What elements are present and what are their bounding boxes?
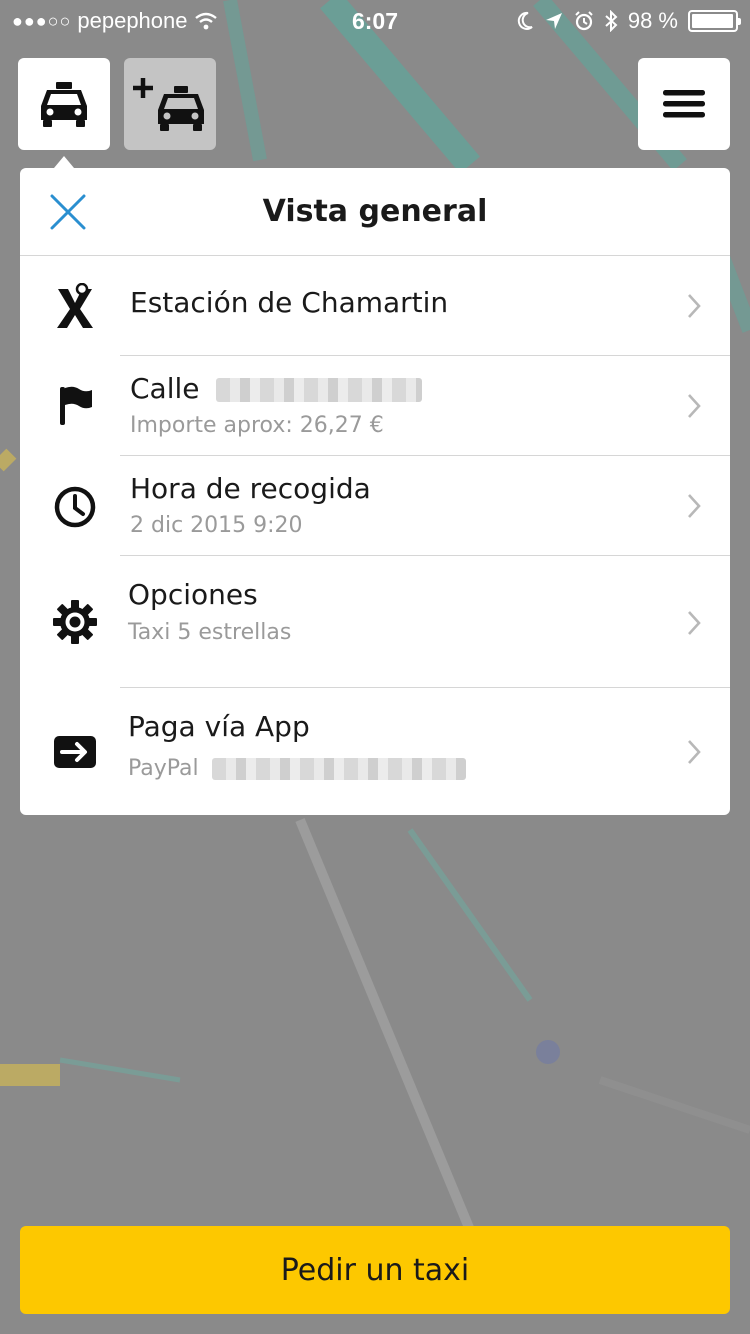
taxi-icon	[41, 82, 87, 127]
pickup-marker-icon	[52, 283, 98, 329]
clock-icon	[52, 484, 98, 530]
order-taxi-button[interactable]: Pedir un taxi	[20, 1226, 730, 1314]
battery-fill	[692, 14, 734, 28]
bluetooth-icon	[605, 10, 618, 32]
location-arrow-icon	[545, 13, 562, 29]
status-right: 98 %	[516, 8, 741, 34]
row-title: Calle	[130, 372, 423, 405]
chevron-right-icon	[688, 494, 701, 518]
row-options[interactable]: Opciones Taxi 5 estrellas	[20, 556, 730, 688]
taxi-mode-button[interactable]	[18, 58, 110, 150]
payment-arrow-icon	[52, 729, 98, 775]
hamburger-menu-icon	[663, 90, 705, 118]
add-taxi-button[interactable]	[124, 58, 216, 150]
flag-icon	[52, 382, 98, 428]
row-title: Hora de recogida	[130, 472, 371, 505]
row-title: Paga vía App	[128, 710, 310, 743]
panel-header: Vista general	[20, 168, 730, 256]
redacted-address	[216, 378, 423, 402]
row-destination[interactable]: Calle Importe aprox: 26,27 €	[20, 356, 730, 456]
row-title: Opciones	[128, 578, 258, 611]
chevron-right-icon	[688, 394, 701, 418]
redacted-account	[211, 758, 466, 780]
status-bar: ●●●○○ pepephone 6:07 98 %	[0, 0, 750, 40]
chevron-right-icon	[688, 294, 701, 318]
battery-percent: 98 %	[627, 8, 678, 33]
chevron-right-icon	[688, 611, 701, 635]
panel-title: Vista general	[262, 194, 488, 229]
row-subtitle: PayPal	[128, 756, 466, 781]
row-pickup-time[interactable]: Hora de recogida 2 dic 2015 9:20	[20, 456, 730, 556]
payment-method-label: PayPal	[128, 756, 199, 781]
alarm-icon	[575, 11, 593, 31]
row-subtitle: Importe aprox: 26,27 €	[130, 413, 384, 438]
panel-pointer	[54, 156, 74, 168]
overview-panel: Vista general Estación de Chamartin Call…	[20, 168, 730, 815]
destination-street-label: Calle	[130, 372, 200, 405]
add-taxi-icon	[133, 78, 204, 131]
row-payment[interactable]: Paga vía App PayPal	[20, 688, 730, 815]
menu-button[interactable]	[638, 58, 730, 150]
row-subtitle: 2 dic 2015 9:20	[130, 513, 303, 538]
battery-icon	[688, 10, 741, 32]
moon-icon	[517, 11, 533, 30]
gear-icon	[52, 599, 98, 645]
row-pickup-location[interactable]: Estación de Chamartin	[20, 256, 730, 356]
row-subtitle: Taxi 5 estrellas	[128, 620, 292, 645]
row-title: Estación de Chamartin	[130, 286, 449, 319]
chevron-right-icon	[688, 740, 701, 764]
